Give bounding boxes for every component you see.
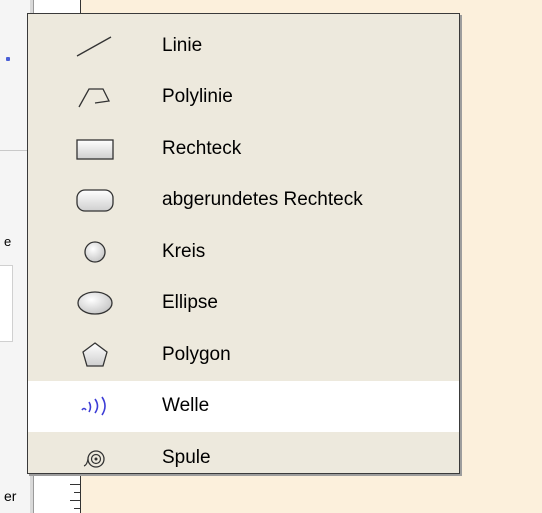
menu-item-linie[interactable]: Linie — [28, 20, 459, 72]
ellipse-icon — [28, 278, 162, 330]
menu-item-label: Welle — [162, 395, 210, 417]
ruler-tick — [74, 492, 80, 493]
ruler-tick — [70, 500, 80, 501]
ruler-tick — [74, 508, 80, 509]
menu-item-label: Polylinie — [162, 86, 233, 108]
circle-icon — [28, 226, 162, 278]
menu-item-spule[interactable]: Spule — [28, 432, 459, 484]
left-panel-label: e — [4, 234, 12, 249]
left-panel — [0, 0, 30, 513]
rectangle-icon — [28, 123, 162, 175]
left-panel-control[interactable] — [0, 265, 13, 342]
menu-item-label: Spule — [162, 446, 211, 468]
menu-item-label: Rechteck — [162, 137, 242, 159]
menu-item-label: Linie — [162, 34, 203, 56]
wave-icon — [28, 381, 162, 433]
menu-item-ellipse[interactable]: Ellipse — [28, 278, 459, 330]
menu-item-welle[interactable]: Welle — [28, 380, 459, 433]
rounded-rectangle-icon — [28, 175, 162, 227]
line-icon — [28, 20, 162, 72]
polygon-icon — [28, 329, 162, 381]
left-panel-divider — [0, 150, 30, 151]
menu-item-polylinie[interactable]: Polylinie — [28, 72, 459, 124]
menu-item-polygon[interactable]: Polygon — [28, 329, 459, 381]
coil-icon — [28, 432, 162, 484]
menu-item-label: Kreis — [162, 240, 206, 262]
menu-item-label: Ellipse — [162, 292, 218, 314]
menu-item-kreis[interactable]: Kreis — [28, 226, 459, 278]
menu-item-label: abgerundetes Rechteck — [162, 189, 363, 211]
menu-item-rechteck[interactable]: Rechteck — [28, 123, 459, 175]
shape-menu: Linie Polylinie Rechteck abgerundetes Re… — [27, 13, 460, 474]
menu-item-abgerundetes-rechteck[interactable]: abgerundetes Rechteck — [28, 175, 459, 227]
left-panel-marker — [6, 57, 10, 61]
polyline-icon — [28, 72, 162, 124]
left-panel-label-bottom: er — [4, 488, 17, 504]
ruler-tick — [70, 484, 80, 485]
menu-item-label: Polygon — [162, 343, 231, 365]
